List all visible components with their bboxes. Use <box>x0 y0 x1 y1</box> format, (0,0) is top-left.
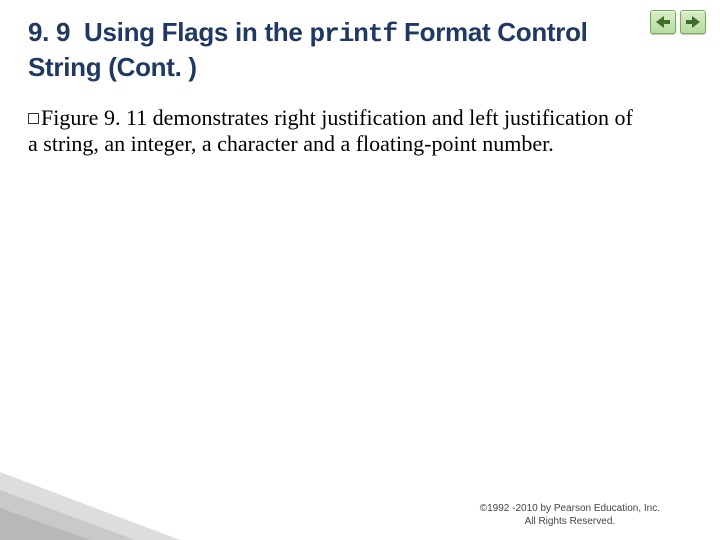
slide: 9. 9 Using Flags in the printf Format Co… <box>0 0 720 540</box>
slide-body: Figure 9. 11 demonstrates right justific… <box>28 105 648 157</box>
body-paragraph: Figure 9. 11 demonstrates right justific… <box>28 105 648 157</box>
title-part1: Using Flags in the <box>84 17 303 47</box>
next-arrow-icon <box>686 16 700 28</box>
body-text: 9. 11 demonstrates right justification a… <box>28 105 633 156</box>
prev-button[interactable] <box>650 10 676 34</box>
title-code: printf <box>309 19 397 49</box>
footer-line1: ©1992 -2010 by Pearson Education, Inc. <box>480 503 660 516</box>
nav-controls <box>650 10 706 34</box>
corner-accent <box>0 472 180 540</box>
bullet-icon <box>28 113 39 124</box>
bullet-lead: Figure <box>41 105 98 130</box>
footer-line2: All Rights Reserved. <box>480 516 660 529</box>
slide-title: 9. 9 Using Flags in the printf Format Co… <box>28 16 692 83</box>
section-number: 9. 9 <box>28 17 70 47</box>
next-button[interactable] <box>680 10 706 34</box>
prev-arrow-icon <box>656 16 670 28</box>
footer: ©1992 -2010 by Pearson Education, Inc. A… <box>480 503 660 528</box>
